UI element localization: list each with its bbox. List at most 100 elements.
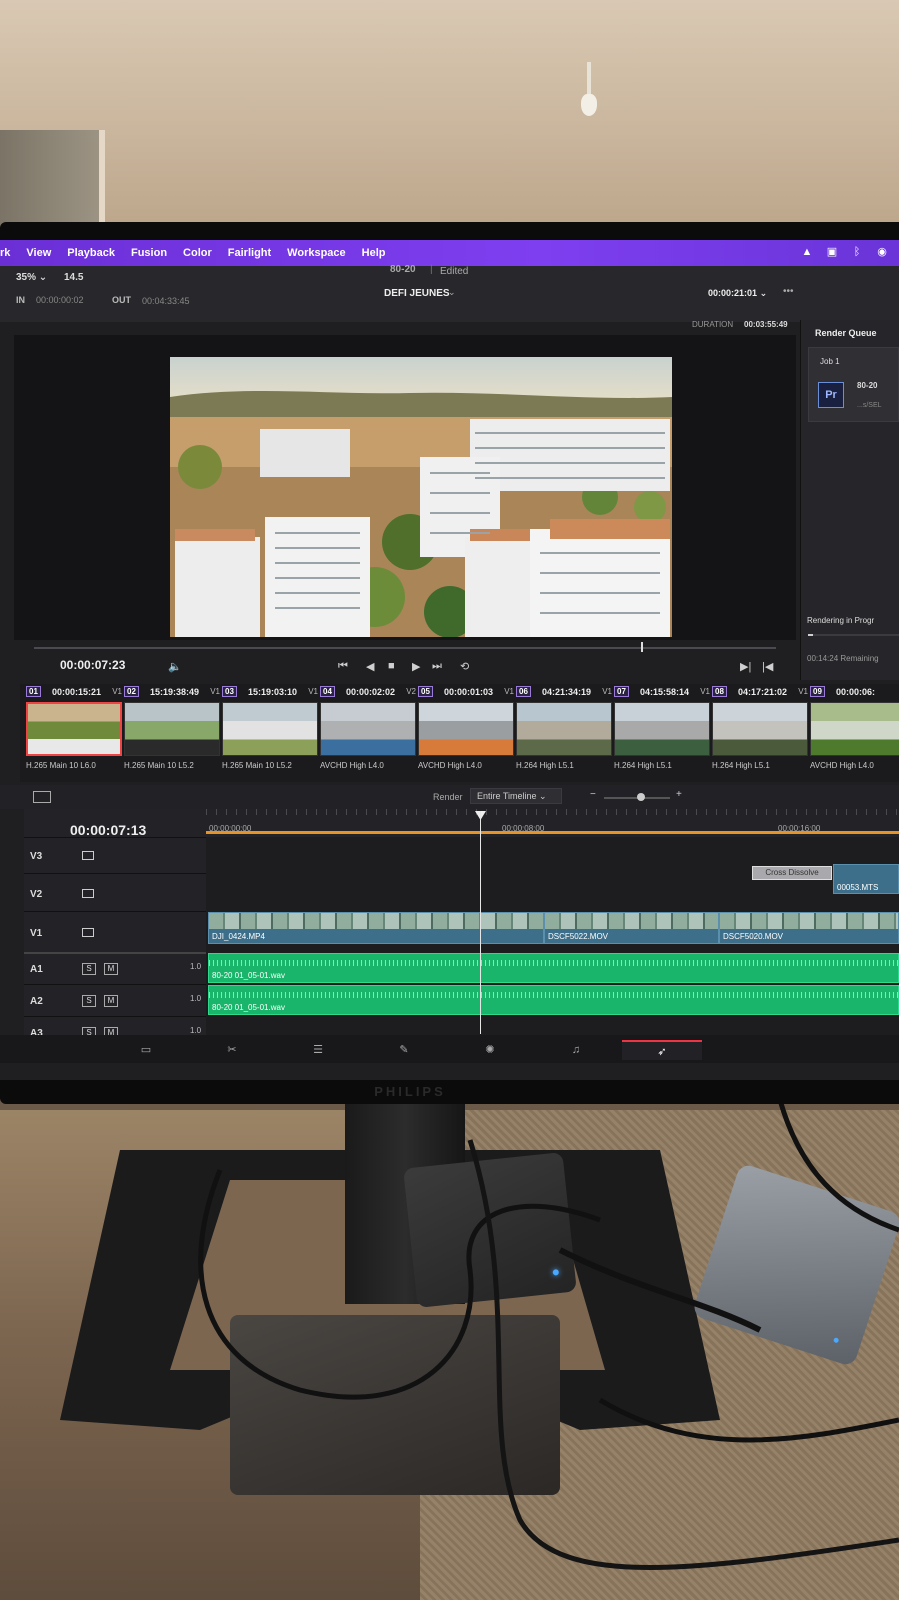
- track-monitor-icon[interactable]: [82, 889, 94, 898]
- record-icon[interactable]: ◉: [875, 245, 889, 259]
- loop-icon[interactable]: ⟲: [460, 660, 469, 673]
- deliver-icon[interactable]: ➶: [622, 1040, 702, 1060]
- audio-clip[interactable]: 80-20 01_05-01.wav: [208, 953, 899, 983]
- clip-thumbnail-image: [26, 702, 122, 756]
- volume-icon[interactable]: 🔈: [168, 660, 182, 673]
- render-queue-title: Render Queue: [815, 328, 877, 338]
- zoom-out-button[interactable]: −: [590, 789, 596, 800]
- track-volume: 1.0: [190, 962, 202, 971]
- clip-thumbnail-image: [320, 702, 416, 756]
- menu-view[interactable]: View: [18, 247, 59, 259]
- clip-number: 09: [810, 686, 825, 697]
- timeline-clip[interactable]: DJI_0424.MP4: [208, 912, 544, 944]
- clip-thumbnail[interactable]: 05 00:00:01:03 V1 AVCHD High L4.0: [414, 684, 518, 776]
- mark-out-button[interactable]: |◀: [762, 660, 773, 673]
- clip-number: 05: [418, 686, 433, 697]
- audio-clip[interactable]: 80-20 01_05-01.wav: [208, 985, 899, 1015]
- render-range-select[interactable]: Entire Timeline ⌄: [470, 788, 562, 804]
- clip-thumbnail[interactable]: 06 04:21:34:19 V1 H.264 High L5.1: [512, 684, 616, 776]
- menu-work[interactable]: rk: [0, 247, 18, 259]
- fusion-icon[interactable]: ✎: [364, 1040, 444, 1060]
- room-wall: [0, 0, 899, 250]
- timeline-playhead[interactable]: [480, 811, 481, 1034]
- clip-name: 80-20 01_05-01.wav: [212, 971, 285, 980]
- clip-timecode: 00:00:02:02: [346, 687, 396, 697]
- edit-icon[interactable]: ☰: [278, 1040, 358, 1060]
- display-icon[interactable]: ▣: [825, 245, 839, 259]
- chevron-down-icon: ⌄: [38, 272, 48, 283]
- clip-thumbnail[interactable]: 01 00:00:15:21 V1 H.265 Main 10 L6.0: [22, 684, 126, 776]
- play-button[interactable]: ▶: [412, 660, 420, 673]
- mute-button[interactable]: M: [104, 995, 118, 1007]
- clip-name: 00053.MTS: [837, 883, 879, 892]
- clip-timecode: 04:15:58:14: [640, 687, 690, 697]
- clip-thumbnail[interactable]: 08 04:17:21:02 V1 H.264 High L5.1: [708, 684, 812, 776]
- timeline-name-select[interactable]: DEFI JEUNES: [384, 288, 450, 299]
- mute-button[interactable]: M: [104, 963, 118, 975]
- stop-button[interactable]: ■: [388, 660, 395, 672]
- menu-help[interactable]: Help: [354, 247, 394, 259]
- clip-number: 04: [320, 686, 335, 697]
- more-options-icon[interactable]: •••: [783, 286, 794, 297]
- menu-fusion[interactable]: Fusion: [123, 247, 175, 259]
- go-to-last-frame-button[interactable]: ⏭: [432, 660, 442, 673]
- solo-button[interactable]: S: [82, 995, 96, 1007]
- chevron-down-icon: ⌄: [759, 288, 768, 298]
- media-icon[interactable]: ▭: [106, 1040, 186, 1060]
- menu-workspace[interactable]: Workspace: [279, 247, 354, 259]
- clip-thumbnail-image: [222, 702, 318, 756]
- fairlight-icon[interactable]: ♫: [536, 1040, 616, 1060]
- zoom-in-button[interactable]: +: [676, 789, 682, 800]
- viewer-scrub-bar[interactable]: [34, 647, 776, 649]
- timeline-zoom-handle[interactable]: [637, 793, 645, 801]
- viewer-fps: 14.5: [64, 272, 84, 283]
- render-remaining-time: 00:14:24 Remaining: [807, 654, 879, 663]
- timecode-display[interactable]: 00:00:21:01 ⌄: [708, 288, 767, 299]
- clip-number: 07: [614, 686, 629, 697]
- solo-button[interactable]: S: [82, 963, 96, 975]
- render-job-path: ...s/SEL: [857, 402, 882, 409]
- mark-in-button[interactable]: ▶|: [740, 660, 751, 673]
- menu-playback[interactable]: Playback: [59, 247, 123, 259]
- clip-thumbnail[interactable]: 03 15:19:03:10 V1 H.265 Main 10 L5.2: [218, 684, 322, 776]
- timeline-clip[interactable]: DSCF5022.MOV: [544, 912, 719, 944]
- viewer-zoom-select[interactable]: 35% ⌄: [16, 272, 47, 283]
- cut-icon[interactable]: ✂: [192, 1040, 272, 1060]
- clip-codec: AVCHD High L4.0: [418, 761, 482, 770]
- timeline-timecode: 00:00:07:13: [70, 822, 147, 838]
- clip-codec: AVCHD High L4.0: [320, 761, 384, 770]
- timeline-clip[interactable]: DSCF5020.MOV: [719, 912, 899, 944]
- timeline-clip[interactable]: 00053.MTS: [833, 864, 899, 894]
- clip-thumbnail[interactable]: 02 15:19:38:49 V1 H.265 Main 10 L5.2: [120, 684, 224, 776]
- clip-thumbnail-image: [418, 702, 514, 756]
- track-monitor-icon[interactable]: [82, 851, 94, 860]
- viewer-scrub-playhead[interactable]: [641, 642, 643, 652]
- clip-thumbnail[interactable]: 07 04:15:58:14 V1 H.264 High L5.1: [610, 684, 714, 776]
- clip-codec: H.265 Main 10 L5.2: [222, 761, 292, 770]
- track-monitor-icon[interactable]: [82, 928, 94, 937]
- go-to-first-frame-button[interactable]: ⏮: [338, 660, 348, 673]
- premiere-pro-icon: Pr: [818, 382, 844, 408]
- clip-timecode: 04:21:34:19: [542, 687, 592, 697]
- cables: [198, 1100, 899, 1570]
- monitor-brand-logo: PHILIPS: [374, 1084, 446, 1099]
- timeline-view-options-icon[interactable]: [33, 791, 51, 803]
- menu-color[interactable]: Color: [175, 247, 220, 259]
- video-frame[interactable]: [170, 357, 672, 637]
- render-range-label: Render: [433, 792, 463, 802]
- vlc-icon[interactable]: ▲: [800, 245, 814, 259]
- cross-dissolve-transition[interactable]: Cross Dissolve: [752, 866, 832, 880]
- color-icon[interactable]: ✺: [450, 1040, 530, 1060]
- play-reverse-button[interactable]: ◀: [366, 660, 374, 673]
- clip-codec: AVCHD High L4.0: [810, 761, 874, 770]
- track-name: A2: [30, 996, 43, 1007]
- clip-thumbnail[interactable]: 09 00:00:06: AVCHD High L4.0: [806, 684, 899, 776]
- bluetooth-icon[interactable]: ᛒ: [850, 245, 864, 259]
- clip-thumbnail-image: [810, 702, 899, 756]
- chevron-down-icon[interactable]: ⌄: [448, 287, 456, 298]
- clip-name: DSCF5020.MOV: [723, 932, 784, 941]
- clip-thumbnail[interactable]: 04 00:00:02:02 V2 AVCHD High L4.0: [316, 684, 420, 776]
- track-volume: 1.0: [190, 1026, 202, 1035]
- render-progress-fill: [808, 634, 813, 636]
- menu-fairlight[interactable]: Fairlight: [220, 247, 279, 259]
